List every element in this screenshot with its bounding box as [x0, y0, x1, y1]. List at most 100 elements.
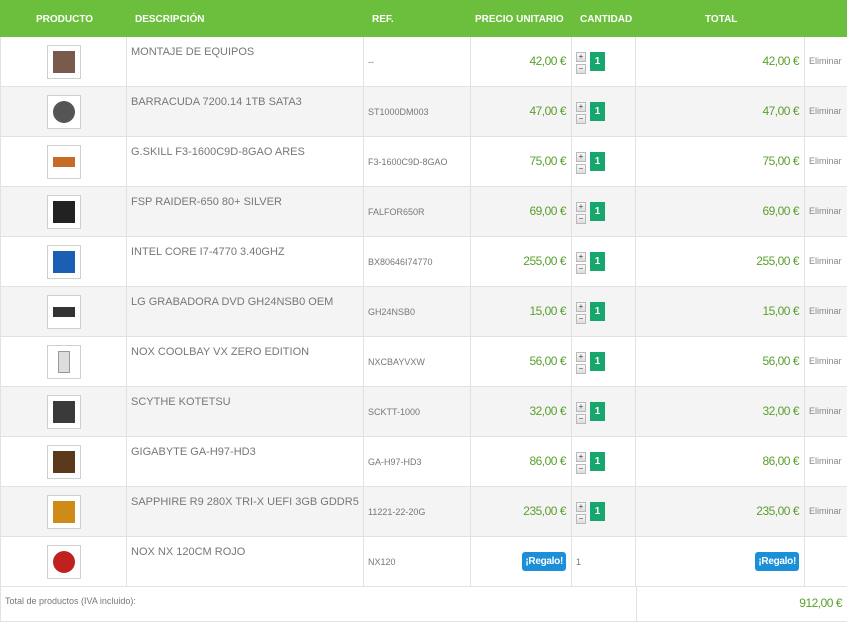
product-thumbnail[interactable] [47, 445, 81, 479]
quantity-decrease-button[interactable]: − [576, 314, 586, 324]
quantity-increase-button[interactable]: + [576, 402, 586, 412]
header-ref: REF. [372, 14, 394, 25]
quantity-cell: + − 1 [572, 437, 636, 487]
product-thumbnail[interactable] [47, 95, 81, 129]
product-image-cell [1, 487, 127, 537]
quantity-increase-button[interactable]: + [576, 202, 586, 212]
product-name: SAPPHIRE R9 280X TRI-X UEFI 3GB GDDR5 [131, 496, 359, 508]
product-ref-cell: GA-H97-HD3 [364, 437, 471, 487]
product-name: MONTAJE DE EQUIPOS [131, 46, 255, 58]
delete-link[interactable]: Eliminar [809, 356, 842, 366]
delete-link[interactable]: Eliminar [809, 206, 842, 216]
unit-price-cell: 75,00 € [471, 137, 572, 187]
case-fan-icon [53, 551, 75, 573]
product-image-cell [1, 137, 127, 187]
delete-link[interactable]: Eliminar [809, 506, 842, 516]
unit-price: 56,00 € [529, 354, 566, 368]
quantity-value[interactable]: 1 [590, 352, 605, 371]
quantity-decrease-button[interactable]: − [576, 64, 586, 74]
quantity-value[interactable]: 1 [590, 202, 605, 221]
quantity-increase-button[interactable]: + [576, 352, 586, 362]
quantity-decrease-button[interactable]: − [576, 414, 586, 424]
quantity-increase-button[interactable]: + [576, 452, 586, 462]
unit-price: 15,00 € [529, 304, 566, 318]
quantity-value[interactable]: 1 [590, 252, 605, 271]
delete-link[interactable]: Eliminar [809, 106, 842, 116]
cart-row: GIGABYTE GA-H97-HD3 GA-H97-HD3 86,00 € +… [0, 437, 847, 487]
delete-cell: Eliminar [805, 287, 848, 337]
product-thumbnail[interactable] [47, 295, 81, 329]
product-ref-cell: ST1000DM003 [364, 87, 471, 137]
product-thumbnail[interactable] [47, 195, 81, 229]
product-thumbnail[interactable] [47, 345, 81, 379]
ram-module-icon [53, 157, 75, 167]
quantity-value[interactable]: 1 [590, 502, 605, 521]
power-supply-icon [53, 201, 75, 223]
product-image-cell [1, 287, 127, 337]
product-image-cell [1, 187, 127, 237]
header-cantidad: CANTIDAD [580, 14, 633, 25]
dvd-drive-icon [53, 307, 75, 317]
product-thumbnail[interactable] [47, 145, 81, 179]
product-thumbnail[interactable] [47, 45, 81, 79]
delete-link[interactable]: Eliminar [809, 406, 842, 416]
unit-price: 255,00 € [523, 254, 566, 268]
motherboard-icon [53, 451, 75, 473]
product-name: LG GRABADORA DVD GH24NSB0 OEM [131, 296, 334, 308]
cart-row: INTEL CORE I7-4770 3.40GHZ BX80646I74770… [0, 237, 847, 287]
quantity-value[interactable]: 1 [590, 302, 605, 321]
delete-cell: Eliminar [805, 137, 848, 187]
quantity-increase-button[interactable]: + [576, 102, 586, 112]
quantity-increase-button[interactable]: + [576, 252, 586, 262]
product-ref: NXCBAYVXW [368, 357, 425, 367]
delete-link[interactable]: Eliminar [809, 56, 842, 66]
product-description-cell: G.SKILL F3-1600C9D-8GAO ARES [127, 137, 364, 187]
quantity-decrease-button[interactable]: − [576, 214, 586, 224]
product-image-cell [1, 37, 127, 87]
unit-price-cell: 32,00 € [471, 387, 572, 437]
unit-price: 86,00 € [529, 454, 566, 468]
product-thumbnail[interactable] [47, 545, 81, 579]
product-ref: 11221-22-20G [368, 507, 426, 517]
quantity-value[interactable]: 1 [590, 452, 605, 471]
delete-link[interactable]: Eliminar [809, 256, 842, 266]
product-thumbnail[interactable] [47, 245, 81, 279]
gift-badge: ¡Regalo! [755, 552, 799, 571]
line-total-cell: 15,00 € [636, 287, 805, 337]
quantity-increase-button[interactable]: + [576, 502, 586, 512]
quantity-increase-button[interactable]: + [576, 302, 586, 312]
quantity-decrease-button[interactable]: − [576, 164, 586, 174]
quantity-value[interactable]: 1 [590, 152, 605, 171]
delete-link[interactable]: Eliminar [809, 156, 842, 166]
product-name: GIGABYTE GA-H97-HD3 [131, 446, 256, 458]
quantity-value[interactable]: 1 [590, 52, 605, 71]
quantity-cell: + − 1 [572, 187, 636, 237]
product-thumbnail[interactable] [47, 495, 81, 529]
quantity-cell: + − 1 [572, 387, 636, 437]
shopping-cart: PRODUCTO DESCRIPCIÓN REF. PRECIO UNITARI… [0, 0, 855, 622]
quantity-decrease-button[interactable]: − [576, 464, 586, 474]
quantity-decrease-button[interactable]: − [576, 364, 586, 374]
product-ref-cell: NXCBAYVXW [364, 337, 471, 387]
delete-link[interactable]: Eliminar [809, 456, 842, 466]
quantity-value[interactable]: 1 [590, 402, 605, 421]
quantity-decrease-button[interactable]: − [576, 114, 586, 124]
quantity-increase-button[interactable]: + [576, 152, 586, 162]
product-ref-cell: F3-1600C9D-8GAO [364, 137, 471, 187]
cart-row: SCYTHE KOTETSU SCKTT-1000 32,00 € + − 1 … [0, 387, 847, 437]
quantity-decrease-button[interactable]: − [576, 264, 586, 274]
quantity-increase-button[interactable]: + [576, 52, 586, 62]
product-ref: FALFOR650R [368, 207, 425, 217]
quantity-value[interactable]: 1 [590, 102, 605, 121]
unit-price-cell: 42,00 € [471, 37, 572, 87]
delete-cell: Eliminar [805, 37, 848, 87]
unit-price-cell: 69,00 € [471, 187, 572, 237]
product-name: BARRACUDA 7200.14 1TB SATA3 [131, 96, 302, 108]
delete-cell: Eliminar [805, 487, 848, 537]
summary-label: Total de productos (IVA incluido): [5, 596, 136, 606]
product-ref: ST1000DM003 [368, 107, 429, 117]
delete-link[interactable]: Eliminar [809, 306, 842, 316]
product-image-cell [1, 387, 127, 437]
quantity-decrease-button[interactable]: − [576, 514, 586, 524]
product-thumbnail[interactable] [47, 395, 81, 429]
